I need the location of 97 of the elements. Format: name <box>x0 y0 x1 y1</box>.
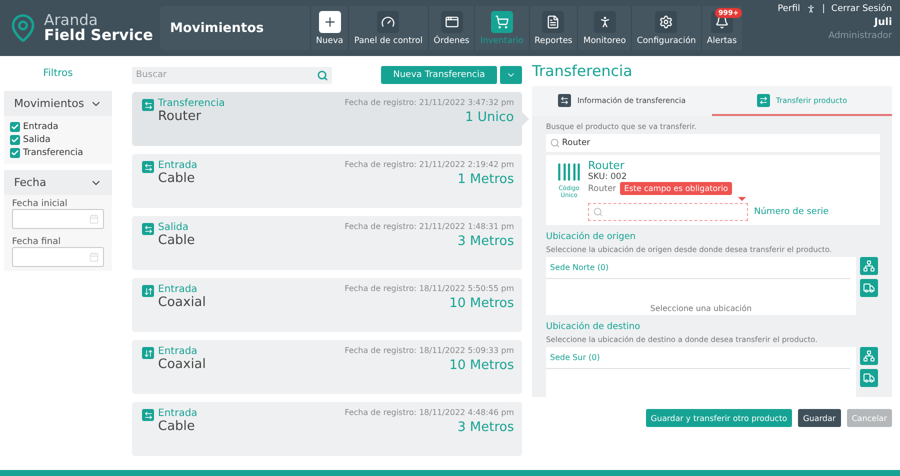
swap-arrows-icon <box>142 99 154 111</box>
panel-title: Movimientos <box>14 97 84 110</box>
logo-text: Aranda <box>44 13 98 28</box>
registration-date: Fecha de registro: 18/11/2022 5:50:55 pm <box>344 284 514 293</box>
nav-item[interactable]: Monitoreo <box>577 6 631 50</box>
nav-item[interactable]: Panel de control <box>348 6 428 50</box>
panel-header[interactable]: Movimientos <box>4 91 112 116</box>
vertical-arrows-icon <box>142 285 154 297</box>
checkbox[interactable] <box>10 148 20 158</box>
checkbox-label: Salida <box>23 135 50 145</box>
quantity: 10 Metros <box>449 296 514 311</box>
checkbox-label: Transferencia <box>23 148 84 158</box>
checkbox-label: Entrada <box>23 122 58 132</box>
movement-card[interactable]: Entrada Coaxial Fecha de registro: 18/11/2022 5:50:55 pm 10 Metros <box>132 278 522 332</box>
tree-button[interactable] <box>860 257 878 275</box>
movement-card[interactable]: Entrada Coaxial Fecha de registro: 18/11/2022 5:09:33 pm 10 Metros <box>132 340 522 394</box>
movement-card[interactable]: Entrada Cable Fecha de registro: 21/11/2022 2:19:42 pm 1 Metros <box>132 154 522 208</box>
product-description: Router <box>588 184 616 194</box>
swap-arrows-icon <box>558 94 572 106</box>
product-name: Coaxial <box>158 357 206 372</box>
quantity: 3 Metros <box>457 234 514 249</box>
nav-item[interactable]: Órdenes <box>428 6 474 50</box>
swap-arrows-icon <box>142 223 154 235</box>
document-icon <box>542 10 564 32</box>
movement-type: Transferencia <box>158 98 225 109</box>
quantity: 10 Metros <box>449 358 514 373</box>
product-name: Router <box>588 159 626 172</box>
date-field[interactable] <box>12 247 104 267</box>
checkbox[interactable] <box>10 135 20 145</box>
person-icon <box>806 4 816 14</box>
search-icon <box>550 138 560 148</box>
panel-title: Fecha <box>14 176 46 189</box>
quantity: 1 Unico <box>465 110 514 125</box>
gauge-icon <box>377 10 400 32</box>
vertical-arrows-icon <box>142 347 154 359</box>
registration-date: Fecha de registro: 18/11/2022 5:09:33 pm <box>344 346 514 355</box>
quantity: 3 Metros <box>457 420 514 435</box>
registration-date: Fecha de registro: 18/11/2022 4:48:46 pm <box>344 408 514 417</box>
swap-arrows-icon <box>142 161 154 173</box>
dropdown-button[interactable] <box>500 66 522 84</box>
field-label: Fecha inicial <box>11 199 68 209</box>
product-name: Coaxial <box>158 295 206 310</box>
tree-icon <box>863 350 875 362</box>
field-label: Número de serie <box>754 207 829 217</box>
empty-message: Seleccione una ubicación <box>649 304 753 315</box>
user-role: Administrador <box>828 31 892 41</box>
product-name: Cable <box>158 171 196 186</box>
settings-icon <box>655 10 678 32</box>
nav-item[interactable]: Nueva <box>310 6 348 50</box>
calendar-icon <box>89 252 99 262</box>
detail-title: Transferencia <box>532 62 634 80</box>
checkbox[interactable] <box>10 122 20 132</box>
logo-text: Field Service <box>44 28 154 43</box>
product-name: Cable <box>158 233 195 248</box>
product-sku: SKU: 002 <box>588 172 628 182</box>
movement-type: Entrada <box>158 160 198 171</box>
window-icon <box>440 10 463 32</box>
search-icon <box>317 70 328 80</box>
cart-button[interactable] <box>860 279 878 297</box>
filters-title: Filtros <box>42 67 74 81</box>
field-label: Fecha final <box>11 237 62 247</box>
serial-number-field[interactable] <box>588 203 748 221</box>
movement-card[interactable]: Salida Cable Fecha de registro: 21/11/2022 1:48:31 pm 3 Metros <box>132 216 522 270</box>
separator: | <box>822 4 826 14</box>
movement-type: Entrada <box>158 284 198 295</box>
product-name: Router <box>158 109 202 124</box>
date-field[interactable] <box>12 209 104 229</box>
registration-date: Fecha de registro: 21/11/2022 2:19:42 pm <box>344 160 514 169</box>
movement-type: Entrada <box>158 408 198 419</box>
transfer-box-icon <box>756 94 770 106</box>
tree-icon <box>863 260 875 272</box>
registration-date: Fecha de registro: 21/11/2022 1:48:31 pm <box>344 222 514 231</box>
movement-type: Salida <box>158 222 190 233</box>
movement-card[interactable]: Entrada Cable Fecha de registro: 18/11/2022 4:48:46 pm 3 Metros <box>132 402 522 456</box>
section-heading: Ubicación de destino <box>546 322 642 332</box>
product-search-field[interactable]: Router <box>546 134 880 152</box>
error-tooltip: Este campo es obligatorio <box>620 182 732 195</box>
registration-date: Fecha de registro: 21/11/2022 3:47:32 pm <box>344 98 514 107</box>
calendar-icon <box>89 214 99 224</box>
logout-link[interactable]: Cerrar Sesión <box>831 4 892 14</box>
movement-type: Entrada <box>158 346 198 357</box>
person-icon <box>594 10 616 32</box>
panel-header[interactable]: Fecha <box>4 170 112 195</box>
cart-button[interactable] <box>860 369 878 387</box>
search-icon <box>593 207 603 217</box>
save-button[interactable]: Guardar <box>798 409 841 427</box>
quantity: 1 Metros <box>457 172 514 187</box>
nav-item[interactable]: Reportes <box>528 6 578 50</box>
swap-arrows-icon <box>142 409 154 421</box>
nav-item[interactable]: Configuración <box>630 6 701 50</box>
product-name: Cable <box>158 419 196 434</box>
section-heading: Ubicación de origen <box>546 232 637 242</box>
profile-link[interactable]: Perfil <box>778 4 800 14</box>
user-name: Juli <box>874 17 892 28</box>
plus-icon <box>318 10 341 32</box>
section-title: Movimientos <box>160 6 310 50</box>
tree-button[interactable] <box>860 347 878 365</box>
